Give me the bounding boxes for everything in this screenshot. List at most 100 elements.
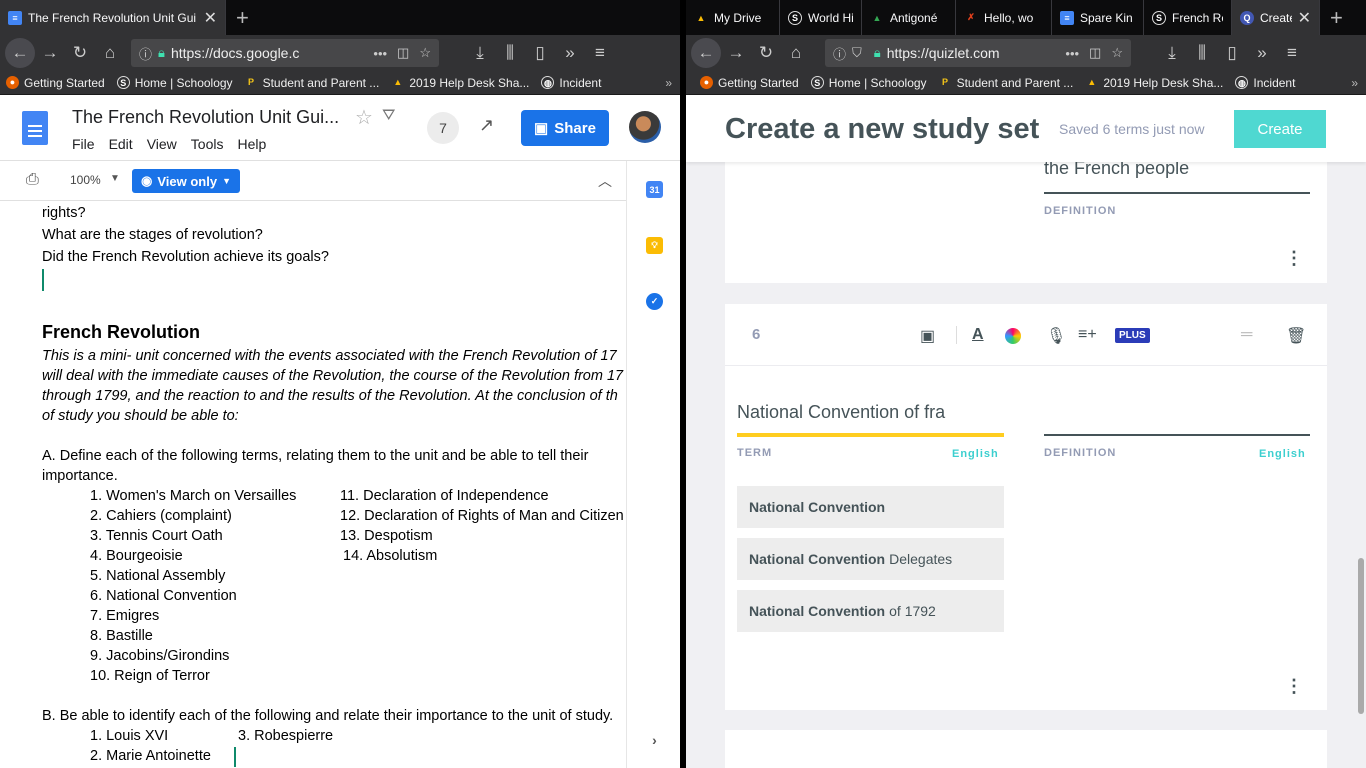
tab-title: French Re [1172,10,1223,25]
star-icon[interactable]: ☆ [1111,45,1123,61]
tab-docs[interactable]: ≡ The French Revolution Unit Gui ✕ [0,0,226,35]
overflow-icon[interactable]: » [555,38,585,68]
tab-antigone[interactable]: ▲ Antigoné [862,0,956,35]
menu-view[interactable]: View [147,136,177,152]
text-format-icon[interactable]: A [972,326,984,344]
scrollbar[interactable] [1358,558,1364,714]
forward-button[interactable]: → [35,38,65,68]
menu-help[interactable]: Help [237,136,266,152]
close-icon[interactable]: ✕ [204,8,217,28]
tab-world-history[interactable]: S World His [780,0,862,35]
calendar-icon[interactable]: 31 [646,181,663,198]
chevron-down-icon[interactable]: ▼ [110,173,120,184]
sidebar-icon[interactable]: ▯ [525,38,555,68]
activity-trend-icon[interactable]: ↗ [479,115,494,136]
forward-button[interactable]: → [721,38,751,68]
trash-icon[interactable]: 🗑︎ [1286,326,1306,346]
chevron-right-icon[interactable]: › [646,731,663,748]
reload-button[interactable]: ↻ [751,38,781,68]
move-to-drive-icon[interactable]: ⛛ [382,107,395,125]
definition-language-select[interactable]: English [1259,448,1306,460]
chevron-up-icon[interactable]: ︿ [598,171,612,191]
microphone-icon[interactable]: 🎙︎ [1046,326,1066,346]
download-icon[interactable]: ⤓ [465,38,495,68]
menu-icon[interactable]: ≡ [1277,38,1307,68]
bookmark-help-desk[interactable]: ▲ 2019 Help Desk Sha... [391,76,529,90]
bookmark-student-parent[interactable]: P Student and Parent ... [939,75,1074,90]
star-icon[interactable]: ☆ [419,45,431,61]
bookmark-incident[interactable]: ◍ Incident [1235,76,1295,90]
menu-tools[interactable]: Tools [191,136,224,152]
tasks-icon[interactable]: ✓ [646,293,663,310]
image-icon[interactable]: ▣ [920,326,935,346]
viewer-count-badge[interactable]: 7 [427,112,459,144]
bookmark-help-desk[interactable]: ▲ 2019 Help Desk Sha... [1085,76,1223,90]
create-button[interactable]: Create [1234,110,1326,148]
tab-french-re[interactable]: S French Re [1144,0,1232,35]
back-button[interactable]: ← [691,38,721,68]
reload-button[interactable]: ↻ [65,38,95,68]
autocomplete-suggestion[interactable]: National Convention [737,486,1004,528]
doc-line: What are the stages of revolution? [42,227,263,243]
keep-icon[interactable]: 💡︎ [646,237,663,254]
more-options-icon[interactable]: ⋮ [1285,248,1303,269]
bookmark-student-parent[interactable]: P Student and Parent ... [245,76,379,90]
avatar[interactable] [629,111,661,143]
zoom-select[interactable]: 100% [70,173,101,187]
bookmark-schoology[interactable]: S Home | Schoology [810,76,927,90]
library-icon[interactable]: ⫼ [1187,38,1217,68]
more-icon[interactable]: ••• [373,46,387,61]
new-tab-button[interactable]: + [226,0,259,35]
bookmarks-overflow-icon[interactable]: » [1351,76,1358,90]
library-icon[interactable]: ⫼ [495,38,525,68]
pocket-icon[interactable]: ◫ [1089,45,1101,61]
star-icon[interactable]: ☆ [355,105,373,130]
close-icon[interactable]: ✕ [1298,8,1311,28]
document-title[interactable]: The French Revolution Unit Gui... [72,107,342,128]
view-only-button[interactable]: ◉ View only ▼ [132,169,240,193]
tab-my-drive[interactable]: ▲ My Drive [686,0,780,35]
overflow-icon[interactable]: » [1247,38,1277,68]
drag-handle-icon[interactable]: ═ [1241,326,1252,344]
info-icon[interactable]: ⓘ [833,44,846,63]
more-options-icon[interactable]: ⋮ [1285,676,1303,697]
url-bar[interactable]: ⓘ ⛉ 🔒︎ https://quizlet.com ••• ◫ ☆ [825,39,1131,67]
home-button[interactable]: ⌂ [781,38,811,68]
print-icon[interactable]: ⎙ [26,171,39,189]
bookmark-label: Student and Parent ... [956,75,1074,90]
autocomplete-suggestion[interactable]: National Convention Delegates [737,538,1004,580]
tracking-shield-icon[interactable]: ⛉ [852,45,862,61]
definition-input[interactable] [1044,434,1310,436]
definition-text[interactable]: the French people [1044,162,1189,179]
menu-file[interactable]: File [72,136,95,152]
more-icon[interactable]: ••• [1065,46,1079,61]
docs-logo-icon[interactable] [22,111,48,145]
menu-icon[interactable]: ≡ [585,38,615,68]
tab-hello-world[interactable]: ✗ Hello, wo [956,0,1052,35]
tab-spare-kin[interactable]: ≡ Spare Kin [1052,0,1144,35]
back-button[interactable]: ← [5,38,35,68]
download-icon[interactable]: ⤓ [1157,38,1187,68]
tab-quizlet-create[interactable]: Q Create ✕ [1232,0,1320,35]
url-bar[interactable]: ⓘ 🔒︎ https://docs.google.c ••• ◫ ☆ [131,39,439,67]
bookmarks-overflow-icon[interactable]: » [665,76,672,90]
bookmark-incident[interactable]: ◍ Incident [541,76,601,90]
autocomplete-suggestion[interactable]: National Convention of 1792 [737,590,1004,632]
term-language-select[interactable]: English [952,448,999,460]
pocket-icon[interactable]: ◫ [397,45,409,61]
menu-edit[interactable]: Edit [109,136,133,152]
info-icon[interactable]: ⓘ [139,44,152,63]
plus-badge[interactable]: PLUS [1115,328,1150,343]
new-tab-button[interactable]: + [1320,0,1353,35]
term-item: 11. Declaration of Independence [340,488,549,504]
add-list-icon[interactable]: ≡+ [1078,326,1097,344]
term-input[interactable]: National Convention of fra [737,402,945,423]
share-button[interactable]: ▣ Share [521,110,609,146]
bookmarks-bar: ● Getting Started S Home | Schoology P Stud… [686,71,1366,95]
bookmark-getting-started[interactable]: ● Getting Started [700,76,799,90]
color-icon[interactable] [1005,328,1021,344]
bookmark-schoology[interactable]: S Home | Schoology [116,76,233,90]
home-button[interactable]: ⌂ [95,38,125,68]
sidebar-icon[interactable]: ▯ [1217,38,1247,68]
bookmark-getting-started[interactable]: ● Getting Started [6,76,105,90]
